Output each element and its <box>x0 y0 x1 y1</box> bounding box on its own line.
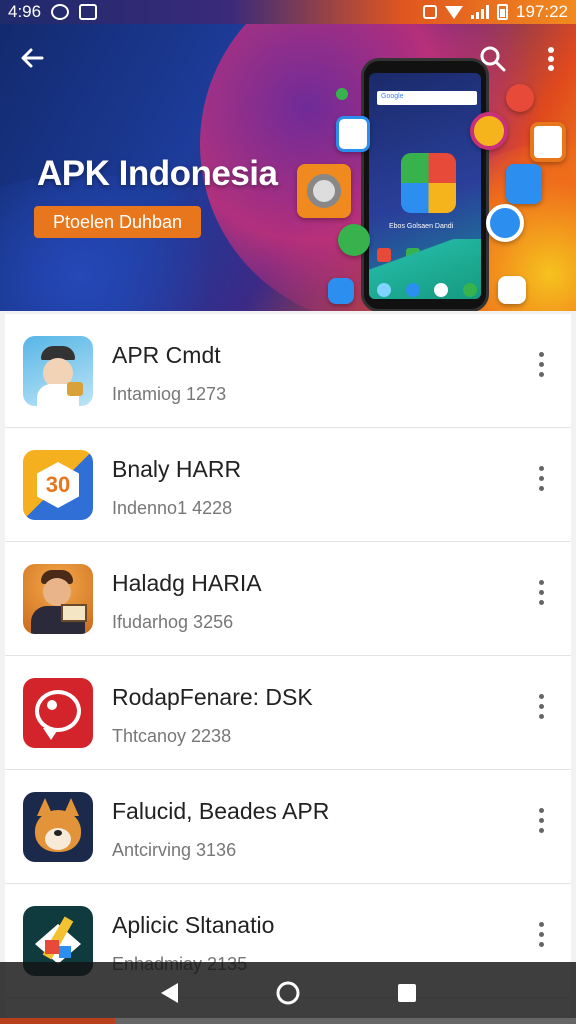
list-item[interactable]: Haladg HARIA Ifudarhog 3256 <box>5 542 571 656</box>
hourglass-icon <box>506 84 534 112</box>
list-item[interactable]: APR Cmdt Intamiog 1273 <box>5 314 571 428</box>
instagram-style-icon <box>470 112 508 150</box>
status-time-left: 4:96 <box>8 2 42 21</box>
list-item[interactable]: RodapFenare: DSK Thtcanoy 2238 <box>5 656 571 770</box>
app-name: Haladg HARIA <box>112 570 262 596</box>
app-list: APR Cmdt Intamiog 1273 30 Bnaly HARR Ind… <box>5 314 571 1024</box>
phone-icon-row <box>377 283 477 297</box>
hero-swirl <box>0 174 240 311</box>
bottom-edge-strip <box>0 1018 576 1024</box>
app-name: Aplicic Sltanatio <box>112 912 275 938</box>
signal-icon <box>471 5 489 19</box>
app-subtitle: Thtcanoy 2238 <box>112 726 232 746</box>
cat-notification-icon <box>51 4 70 20</box>
app-name: Falucid, Beades APR <box>112 798 330 824</box>
item-overflow-icon[interactable] <box>529 348 553 388</box>
back-arrow-icon[interactable] <box>18 44 46 72</box>
lock-shield-icon <box>338 224 370 256</box>
app-subtitle: Ifudarhog 3256 <box>112 612 234 632</box>
system-nav-bar <box>0 962 576 1024</box>
item-overflow-icon[interactable] <box>529 918 553 958</box>
status-time-right: 197:22 <box>516 2 568 21</box>
hero-cta-button[interactable]: Ptoelen Duhban <box>34 206 201 238</box>
shiba-dog-icon <box>23 792 93 862</box>
app-name: APR Cmdt <box>112 342 221 368</box>
item-overflow-icon[interactable] <box>529 804 553 844</box>
settings-gear-icon <box>297 164 351 218</box>
list-item[interactable]: 30 Bnaly HARR Indenno1 4228 <box>5 428 571 542</box>
battery-icon <box>497 4 508 20</box>
globe-app-icon <box>486 204 524 242</box>
wifi-icon <box>445 5 463 19</box>
nfc-icon <box>423 5 437 19</box>
app-name: RodapFenare: DSK <box>112 684 313 710</box>
app-name: Bnaly HARR <box>112 456 242 482</box>
phone-caption: Ebos Golsaen Dandi <box>389 223 454 230</box>
home-circle-icon[interactable] <box>268 973 308 1013</box>
colorful-app-icon <box>401 153 456 213</box>
overflow-menu-icon[interactable] <box>540 44 562 74</box>
hero-title: APK Indonesia <box>37 154 278 193</box>
phone-screen: Google Ebos Golsaen Dandi <box>369 73 481 299</box>
donut-app-icon <box>530 122 566 162</box>
phone-search-bar: Google <box>377 91 477 105</box>
photo-frame-icon <box>336 116 370 152</box>
red-chat-bubble-icon <box>23 678 93 748</box>
hero-banner: APK Indonesia Ptoelen Duhban Google Ebos… <box>0 24 576 311</box>
hexagon-30-icon: 30 <box>23 450 93 520</box>
item-overflow-icon[interactable] <box>529 462 553 502</box>
phone-mockup: Google Ebos Golsaen Dandi <box>361 58 489 311</box>
swirl-app-icon <box>328 278 354 304</box>
recents-square-icon[interactable] <box>387 973 427 1013</box>
person-reading-icon <box>23 564 93 634</box>
item-overflow-icon[interactable] <box>529 690 553 730</box>
app-subtitle: Antcirving 3136 <box>112 840 237 860</box>
play-store-icon <box>498 276 526 304</box>
app-subtitle: Indenno1 4228 <box>112 498 233 518</box>
app-subtitle: Intamiog 1273 <box>112 384 227 404</box>
photo-notification-icon <box>79 4 98 20</box>
cartoon-avatar-icon <box>23 336 93 406</box>
status-bar: 4:96 197:22 <box>0 0 576 24</box>
back-triangle-icon[interactable] <box>149 973 189 1013</box>
list-item[interactable]: Falucid, Beades APR Antcirving 3136 <box>5 770 571 884</box>
item-overflow-icon[interactable] <box>529 576 553 616</box>
paper-plane-icon <box>506 164 542 204</box>
